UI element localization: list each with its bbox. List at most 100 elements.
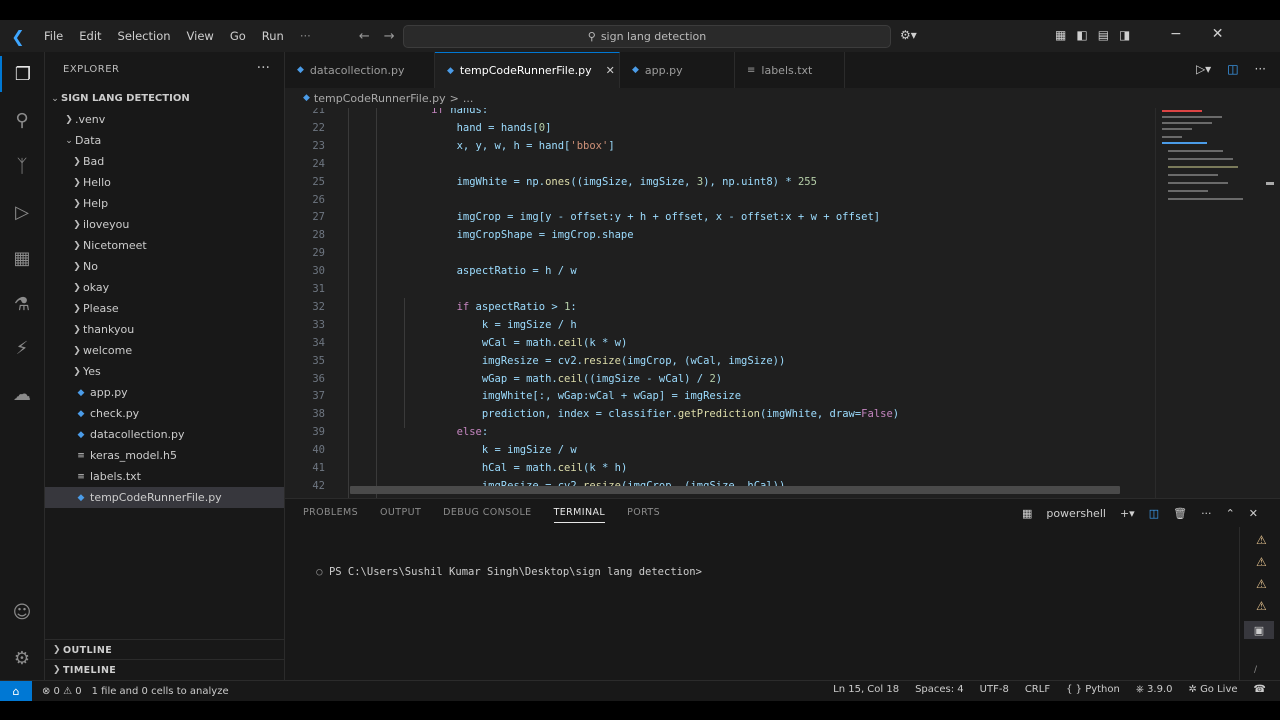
folder-item[interactable]: ❯ Bad [45, 151, 284, 172]
folder-item[interactable]: ❯ Help [45, 193, 284, 214]
folder-item[interactable]: ❯ No [45, 256, 284, 277]
code-line[interactable]: imgWhite = np.ones((imgSize, imgSize, 3)… [406, 176, 817, 188]
code-line[interactable]: wGap = math.ceil((imgSize - wCal) / 2) [406, 373, 722, 385]
tab-app[interactable]: ◆ app.py [620, 52, 735, 88]
folder-item[interactable]: ❯ okay [45, 277, 284, 298]
code-line[interactable]: prediction, index = classifier.getPredic… [406, 408, 899, 420]
new-terminal-icon[interactable]: +▾ [1120, 507, 1135, 520]
code-line[interactable]: hCal = math.ceil(k * h) [406, 462, 627, 474]
code-editor[interactable]: 21 if hands: 22 hand = hands[0] 23 x, y, w… [285, 108, 1280, 498]
manage-gear-icon[interactable]: ⚙ [0, 640, 44, 676]
testing-icon[interactable]: ⚗ [0, 286, 44, 322]
outline-section[interactable]: ❯ OUTLINE [45, 639, 284, 660]
code-line[interactable]: imgCrop = img[y - offset:y + h + offset,… [406, 211, 881, 223]
warning-icon[interactable]: ⚠ [1256, 555, 1267, 569]
menu-go[interactable]: Go [222, 29, 254, 43]
remote-explorer-icon[interactable]: ⚡ [0, 330, 44, 366]
minimap[interactable] [1155, 108, 1280, 498]
language-mode[interactable]: { } Python [1066, 684, 1120, 695]
file-item[interactable]: ◆ app.py [45, 382, 284, 403]
menu-view[interactable]: View [179, 29, 222, 43]
warning-icon[interactable]: ⚠ [1256, 533, 1267, 547]
code-line[interactable]: k = imgSize / h [406, 319, 577, 331]
tab-labels[interactable]: ≡ labels.txt [735, 52, 845, 88]
code-line[interactable]: hand = hands[0] [406, 122, 552, 134]
panel-tab-problems[interactable]: PROBLEMS [303, 507, 358, 523]
indentation[interactable]: Spaces: 4 [915, 684, 964, 695]
terminal-instance-icon[interactable]: ▣ [1244, 621, 1274, 639]
more-icon[interactable]: ··· [1201, 507, 1212, 520]
customize-layout-icon[interactable]: ▦ [1055, 28, 1066, 42]
python-interpreter[interactable]: ⎈ 3.9.0 [1136, 684, 1173, 695]
warning-icon[interactable]: ⚠ [1256, 577, 1267, 591]
notifications-bell-icon[interactable]: ☎ [1254, 684, 1266, 695]
file-item[interactable]: ◆ check.py [45, 403, 284, 424]
tab-datacollection[interactable]: ◆ datacollection.py [285, 52, 435, 88]
close-panel-icon[interactable]: ✕ [1249, 507, 1258, 520]
menu-more[interactable]: ··· [292, 29, 319, 43]
run-python-icon[interactable]: ▷▾ [1196, 62, 1211, 76]
close-tab-icon[interactable]: ✕ [606, 64, 615, 77]
code-line[interactable]: else: [406, 426, 489, 438]
terminal-output[interactable]: ○ PS C:\Users\Sushil Kumar Singh\Desktop… [291, 554, 702, 590]
folder-item[interactable]: ❯ thankyou [45, 319, 284, 340]
code-line[interactable]: imgCropShape = imgCrop.shape [406, 229, 634, 241]
more-actions-icon[interactable]: ··· [1255, 62, 1266, 76]
toggle-sidebar-icon[interactable]: ◧ [1076, 28, 1087, 42]
folder-item[interactable]: ⌄ Data [45, 130, 284, 151]
breadcrumb-more[interactable]: ... [463, 92, 474, 105]
encoding[interactable]: UTF-8 [980, 684, 1009, 695]
code-line[interactable]: if aspectRatio > 1: [406, 301, 577, 313]
folder-item[interactable]: ❯ Hello [45, 172, 284, 193]
analysis-status[interactable]: 1 file and 0 cells to analyze [92, 686, 229, 697]
code-line[interactable]: if hands: [406, 108, 488, 116]
tab-tempcoderunnerfile[interactable]: ◆ tempCodeRunnerFile.py ✕ [435, 52, 620, 88]
folder-item[interactable]: ❯ .venv [45, 109, 284, 130]
menu-run[interactable]: Run [254, 29, 292, 43]
back-arrow-icon[interactable]: ← [359, 29, 370, 44]
breadcrumb-file[interactable]: tempCodeRunnerFile.py [314, 92, 446, 105]
cursor-position[interactable]: Ln 15, Col 18 [833, 684, 899, 695]
panel-tab-output[interactable]: OUTPUT [380, 507, 421, 523]
docker-icon[interactable]: ☁ [0, 376, 44, 412]
toggle-panel-icon[interactable]: ▤ [1098, 28, 1109, 42]
go-live-button[interactable]: ✲ Go Live [1189, 684, 1238, 695]
extensions-icon[interactable]: ▦ [0, 240, 44, 276]
accounts-icon[interactable]: ☺ [0, 594, 44, 630]
code-line[interactable]: x, y, w, h = hand['bbox'] [406, 140, 615, 152]
folder-item[interactable]: ❯ Please [45, 298, 284, 319]
menu-edit[interactable]: Edit [71, 29, 109, 43]
panel-tab-terminal[interactable]: TERMINAL [553, 507, 606, 523]
panel-tab-debug-console[interactable]: DEBUG CONSOLE [443, 507, 531, 523]
timeline-section[interactable]: ❯ TIMELINE [45, 659, 284, 680]
split-editor-icon[interactable]: ◫ [1227, 62, 1238, 76]
search-view-icon[interactable]: ⚲ [0, 102, 44, 138]
code-line[interactable]: wCal = math.ceil(k * w) [406, 337, 627, 349]
folder-item[interactable]: ❯ welcome [45, 340, 284, 361]
explorer-more-icon[interactable]: ··· [257, 60, 270, 76]
kill-terminal-icon[interactable]: 🗑 [1173, 507, 1187, 520]
code-line[interactable]: aspectRatio = h / w [406, 265, 577, 277]
code-line[interactable]: k = imgSize / w [406, 444, 577, 456]
remote-indicator-icon[interactable]: ⌂ [0, 681, 32, 701]
close-window-icon[interactable]: ✕ [1212, 26, 1224, 42]
minimize-icon[interactable]: − [1170, 26, 1182, 42]
file-item[interactable]: ≡ labels.txt [45, 466, 284, 487]
source-control-icon[interactable]: ᛉ [0, 148, 44, 184]
folder-item[interactable]: ❯ Yes [45, 361, 284, 382]
explorer-project-root[interactable]: ⌄ SIGN LANG DETECTION [45, 88, 284, 109]
folder-item[interactable]: ❯ iloveyou [45, 214, 284, 235]
menu-file[interactable]: File [36, 29, 71, 43]
line-ending[interactable]: CRLF [1025, 684, 1050, 695]
panel-tab-ports[interactable]: PORTS [627, 507, 660, 523]
command-center-search[interactable]: ⚲ sign lang detection [403, 25, 891, 48]
code-line[interactable]: imgWhite[:, wGap:wCal + wGap] = imgResiz… [406, 390, 741, 402]
explorer-icon[interactable]: ❐ [0, 56, 44, 92]
maximize-panel-icon[interactable]: ⌃ [1226, 507, 1235, 520]
toggle-secondary-sidebar-icon[interactable]: ◨ [1119, 28, 1130, 42]
warning-icon[interactable]: ⚠ [1256, 599, 1267, 613]
code-line[interactable]: imgResize = cv2.resize(imgCrop, (wCal, i… [406, 355, 785, 367]
copilot-icon[interactable]: ⚙▾ [900, 28, 917, 42]
resize-grip-icon[interactable]: ∕ [1254, 665, 1257, 675]
terminal-shell-label[interactable]: powershell [1046, 507, 1106, 520]
